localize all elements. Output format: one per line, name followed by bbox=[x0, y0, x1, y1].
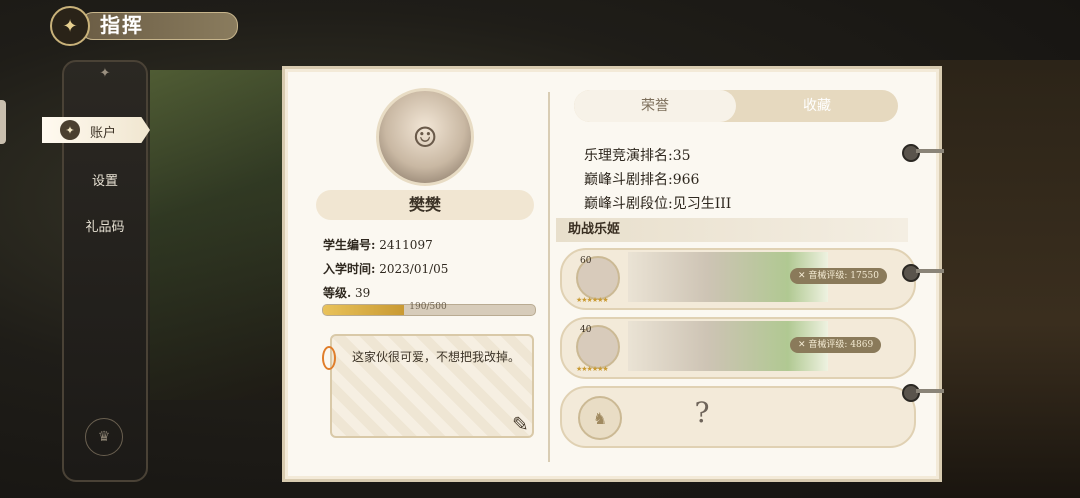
side-item-gift-code[interactable]: 礼品码 bbox=[64, 216, 146, 235]
support-card-1[interactable]: 60 ★★★★★★ ✕ 音械评级: 17550 bbox=[560, 248, 916, 310]
empty-slot-icon: ♞ bbox=[578, 396, 622, 440]
side-item-settings[interactable]: 设置 bbox=[64, 170, 146, 189]
quote-mark-icon bbox=[322, 346, 336, 370]
player-avatar[interactable]: ☺ bbox=[376, 88, 474, 186]
student-id-value: 2411097 bbox=[379, 238, 433, 252]
back-button[interactable]: ✦ bbox=[50, 6, 90, 46]
binder-ring-icon bbox=[902, 144, 944, 162]
binder-ring-icon bbox=[902, 264, 944, 282]
background-character-art bbox=[150, 70, 290, 400]
stat-row-2: 巅峰斗剧段位:见习生III bbox=[584, 193, 731, 213]
stat-value: 见习生III bbox=[672, 196, 732, 212]
level-row: 等级. 39 bbox=[323, 284, 370, 301]
compass-icon: ✦ bbox=[62, 15, 78, 37]
student-id-label: 学生编号: bbox=[323, 238, 376, 252]
account-icon: ✦ bbox=[60, 120, 80, 140]
exp-progress-text: 190/500 bbox=[409, 302, 447, 312]
stat-value: 35 bbox=[672, 148, 691, 164]
enroll-date-label: 入学时间: bbox=[323, 262, 376, 276]
unknown-question-icon: ? bbox=[694, 396, 710, 429]
support-level: 40 bbox=[580, 325, 592, 335]
background-room-art bbox=[930, 60, 1080, 498]
player-name: 樊樊 bbox=[316, 190, 534, 220]
stat-label: 巅峰斗剧排名: bbox=[584, 172, 673, 188]
level-label: 等级. bbox=[323, 286, 352, 300]
left-edge-tab[interactable] bbox=[0, 100, 6, 144]
stat-value: 966 bbox=[672, 172, 700, 188]
support-card-empty[interactable]: ♞ ? bbox=[560, 386, 916, 448]
crest-emblem-icon: ♛ bbox=[85, 418, 123, 456]
enroll-date-value: 2023/01/05 bbox=[379, 262, 449, 276]
student-id-row: 学生编号: 2411097 bbox=[323, 236, 433, 253]
tab-collection[interactable]: 收藏 bbox=[736, 90, 898, 122]
stat-row-0: 乐理竞演排名:35 bbox=[584, 145, 691, 165]
support-avatar: 60 bbox=[576, 256, 620, 300]
stat-label: 乐理竞演排名: bbox=[584, 148, 673, 164]
power-badge: ✕ 音械评级: 17550 bbox=[790, 268, 887, 284]
support-card-2[interactable]: 40 ★★★★★★ ✕ 音械评级: 4869 bbox=[560, 317, 916, 379]
star-rating-icon: ★★★★★★ bbox=[576, 365, 609, 373]
level-value: 39 bbox=[355, 286, 371, 300]
panel-divider bbox=[548, 92, 550, 462]
tab-group: 荣誉 收藏 bbox=[574, 90, 898, 122]
signature-text: 这家伙很可爱，不想把我改掉。 bbox=[352, 350, 521, 364]
star-rating-icon: ★★★★★★ bbox=[576, 296, 609, 304]
support-avatar: 40 bbox=[576, 325, 620, 369]
edit-quill-icon[interactable]: ✎ bbox=[512, 412, 542, 442]
tab-honor[interactable]: 荣誉 bbox=[574, 90, 736, 122]
support-section-title: 助战乐姬 bbox=[556, 218, 908, 242]
stat-label: 巅峰斗剧段位: bbox=[584, 196, 673, 212]
page-header: ✦ 指挥 bbox=[50, 6, 238, 46]
menu-star-icon: ✦ bbox=[99, 66, 111, 81]
enroll-date-row: 入学时间: 2023/01/05 bbox=[323, 260, 448, 277]
side-item-account-label: 账户 bbox=[90, 126, 117, 141]
avatar-portrait-icon: ☺ bbox=[412, 120, 438, 154]
support-level: 60 bbox=[580, 256, 592, 266]
page-title: 指挥 bbox=[100, 13, 144, 37]
power-badge: ✕ 音械评级: 4869 bbox=[790, 337, 882, 353]
binder-ring-icon bbox=[902, 384, 944, 402]
stat-row-1: 巅峰斗剧排名:966 bbox=[584, 169, 699, 189]
